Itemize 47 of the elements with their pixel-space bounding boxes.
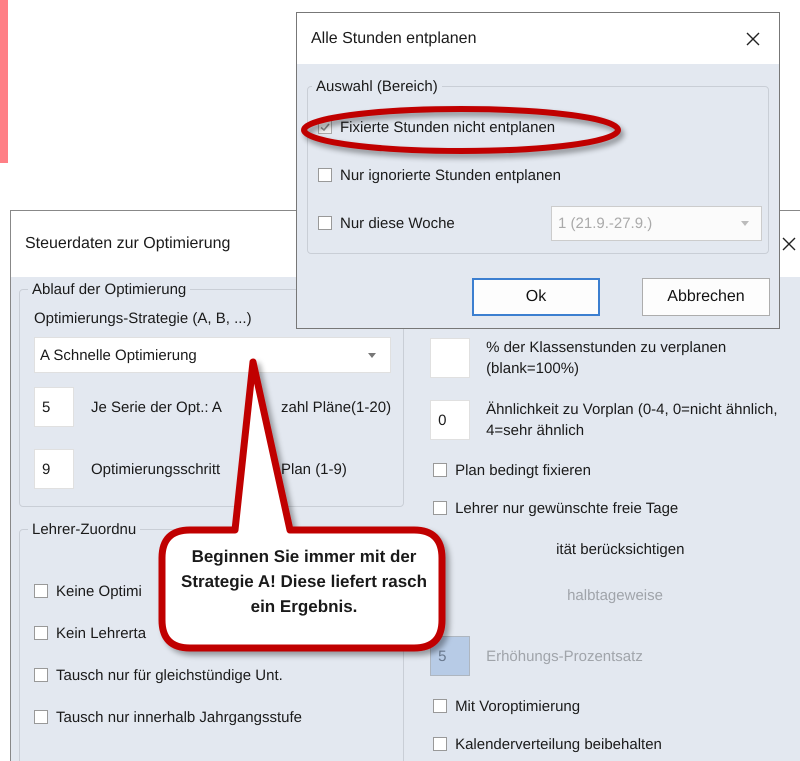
window-title: Alle Stunden entplanen bbox=[311, 30, 476, 48]
group-title: Lehrer-Zuordnu bbox=[31, 521, 138, 538]
number-field[interactable]: 9 bbox=[34, 449, 74, 489]
caret-icon bbox=[741, 220, 749, 226]
strategy-dropdown[interactable]: A Schnelle Optimierung bbox=[34, 337, 392, 373]
field-label: Optimierungs-Strategie (A, B, ...) bbox=[34, 310, 253, 327]
checkbox-label: Kein Lehrerta bbox=[56, 624, 146, 642]
checkbox[interactable] bbox=[318, 168, 332, 182]
window-title: Steuerdaten zur Optimierung bbox=[25, 235, 230, 253]
field-label: Plan (1-9) bbox=[281, 460, 347, 478]
checkbox[interactable] bbox=[34, 584, 48, 598]
field-label: zahl Pläne(1-20) bbox=[281, 398, 392, 416]
checkbox[interactable] bbox=[34, 626, 48, 640]
checkbox-label: Nur ignorierte Stunden entplanen bbox=[340, 166, 561, 184]
checkbox[interactable] bbox=[34, 668, 48, 682]
number-field[interactable] bbox=[430, 338, 470, 378]
number-field[interactable]: 0 bbox=[430, 400, 470, 440]
close-icon[interactable] bbox=[745, 30, 761, 46]
group-title: Ablauf der Optimierung bbox=[31, 281, 188, 298]
number-field[interactable]: 5 bbox=[34, 387, 74, 427]
checkbox-label: Kalenderverteilung beibehalten bbox=[455, 736, 662, 752]
checkbox-label: halbtageweise bbox=[567, 586, 663, 604]
checkbox[interactable] bbox=[433, 501, 448, 515]
close-icon[interactable] bbox=[781, 236, 797, 252]
checkbox-label: Tausch nur innerhalb Jahrgangsstufe bbox=[56, 708, 302, 726]
field-label: Ähnlichkeit zu Vorplan (0-4, 0=nicht ähnlich, 4=sehr ähnlich bbox=[486, 400, 778, 441]
field-label: % der Klassenstunden zu verplanen (blank=100%) bbox=[486, 338, 728, 379]
checkbox-label: Plan bedingt fixieren bbox=[455, 462, 591, 478]
dialog-button[interactable]: Ok bbox=[472, 278, 600, 316]
checkbox[interactable] bbox=[318, 216, 332, 230]
field-label: Je Serie der Opt.: A bbox=[91, 398, 223, 416]
dialog-button[interactable]: Abbrechen bbox=[642, 278, 770, 316]
checkbox[interactable] bbox=[34, 710, 48, 724]
checkbox-label: Nur diese Woche bbox=[340, 214, 455, 232]
callout-text: Beginnen Sie immer mit der Strategie A! Diese liefert rasch ein Ergebnis. bbox=[180, 546, 428, 618]
checkbox-label: Fixierte Stunden nicht entplanen bbox=[340, 118, 556, 136]
checkbox[interactable] bbox=[433, 699, 448, 713]
checkbox-label: Lehrer nur gewünschte freie Tage bbox=[455, 500, 678, 516]
checkbox[interactable] bbox=[433, 737, 448, 751]
checkbox-label: Tausch nur für gleichstündige Unt. bbox=[56, 666, 283, 684]
checkbox[interactable] bbox=[433, 463, 448, 477]
group-title: Auswahl (Bereich) bbox=[315, 78, 439, 95]
checkbox-label: Mit Voroptimierung bbox=[455, 698, 580, 714]
field-label: Optimierungsschritt bbox=[91, 460, 222, 478]
field-label: Erhöhungs-Prozentsatz bbox=[486, 646, 644, 666]
checkbox-label: Keine Optimi bbox=[56, 582, 142, 600]
checkbox-label: ität berücksichtigen bbox=[556, 540, 684, 558]
